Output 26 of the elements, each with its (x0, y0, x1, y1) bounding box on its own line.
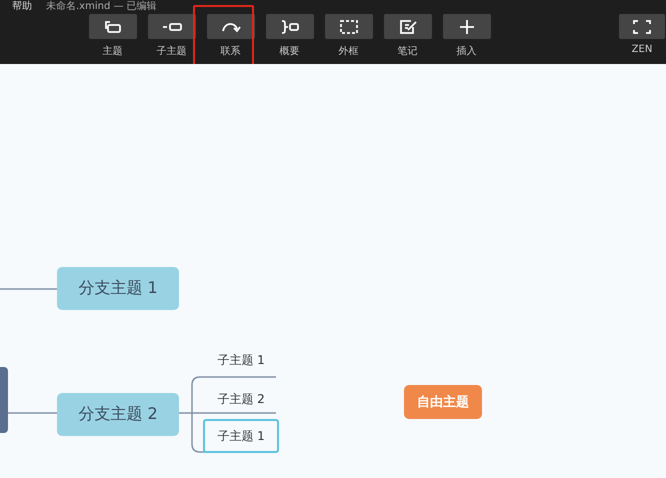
toolbar-button[interactable] (324, 14, 372, 39)
toolbar-label: 联系 (220, 44, 240, 58)
toolbar-button[interactable] (442, 14, 490, 39)
connector-line (8, 412, 57, 414)
toolbar-button[interactable] (266, 14, 314, 39)
toolbar-label: ZEN (632, 44, 652, 55)
subtopic[interactable]: 子主题 1 (203, 343, 279, 377)
connector-line (0, 288, 57, 290)
toolbar-label: 笔记 (398, 45, 418, 58)
toolbar-button[interactable] (206, 14, 254, 39)
toolbar-label: 主题 (102, 44, 122, 58)
file-title: 未命名.xmind — 已编辑 (46, 0, 157, 13)
toolbar-label: 概要 (280, 44, 300, 58)
toolbar-button[interactable] (148, 14, 196, 39)
subtopic[interactable]: 子主题 2 (203, 382, 279, 416)
subtopic[interactable]: 子主题 1 (203, 419, 279, 453)
toolbar-label: 插入 (456, 44, 476, 58)
branch-topic[interactable]: 分支主题 1 (57, 267, 179, 310)
menu-item[interactable]: 帮助 (12, 0, 32, 13)
toolbar-label: 子主题 (156, 44, 186, 58)
toolbar-button[interactable] (88, 14, 136, 39)
fullscreen-button[interactable] (619, 14, 665, 39)
toolbar-label: 外框 (338, 44, 358, 58)
toolbar-button[interactable] (384, 14, 432, 39)
fullscreen-icon (632, 18, 652, 34)
branch-topic[interactable]: 分支主题 2 (57, 393, 179, 436)
